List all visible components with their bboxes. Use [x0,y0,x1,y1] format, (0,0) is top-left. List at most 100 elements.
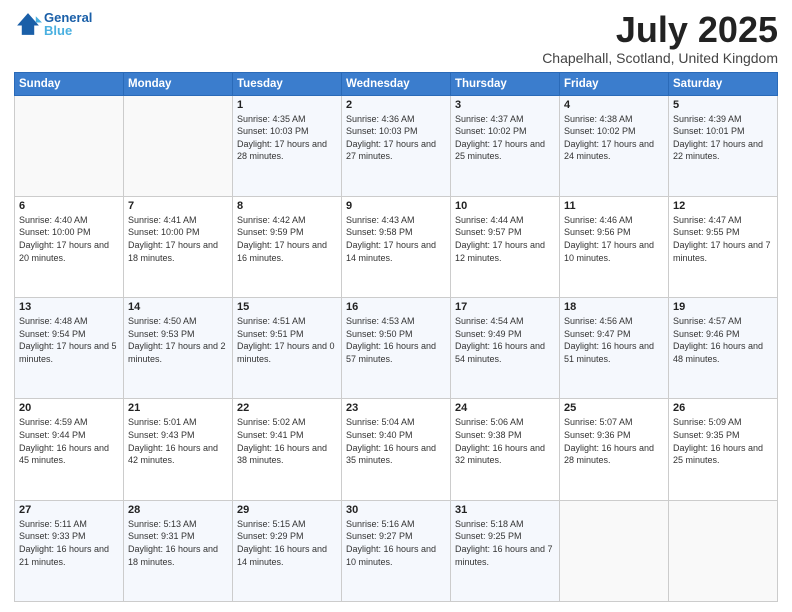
table-cell: 11 Sunrise: 4:46 AMSunset: 9:56 PMDayligh… [560,196,669,297]
day-number: 22 [237,402,337,414]
month-title: July 2025 [542,10,778,50]
day-number: 11 [564,200,664,212]
table-cell: 20 Sunrise: 4:59 AMSunset: 9:44 PMDayligh… [15,399,124,500]
day-number: 1 [237,99,337,111]
day-info: Sunrise: 4:57 AMSunset: 9:46 PMDaylight:… [673,315,773,365]
day-number: 16 [346,301,446,313]
day-info: Sunrise: 4:44 AMSunset: 9:57 PMDaylight:… [455,214,555,264]
day-number: 23 [346,402,446,414]
table-cell: 2 Sunrise: 4:36 AMSunset: 10:03 PMDayligh… [342,95,451,196]
day-info: Sunrise: 4:48 AMSunset: 9:54 PMDaylight:… [19,315,119,365]
day-info: Sunrise: 4:38 AMSunset: 10:02 PMDaylight… [564,113,664,163]
day-info: Sunrise: 5:13 AMSunset: 9:31 PMDaylight:… [128,518,228,568]
day-info: Sunrise: 4:56 AMSunset: 9:47 PMDaylight:… [564,315,664,365]
day-info: Sunrise: 5:07 AMSunset: 9:36 PMDaylight:… [564,416,664,466]
table-cell: 18 Sunrise: 4:56 AMSunset: 9:47 PMDayligh… [560,298,669,399]
day-info: Sunrise: 4:43 AMSunset: 9:58 PMDaylight:… [346,214,446,264]
week-row-4: 20 Sunrise: 4:59 AMSunset: 9:44 PMDayligh… [15,399,778,500]
table-cell: 12Sunrise: 4:47 AMSunset: 9:55 PMDayligh… [669,196,778,297]
day-number: 9 [346,200,446,212]
col-saturday: Saturday [669,72,778,95]
day-number: 20 [19,402,119,414]
page: General Blue July 2025 Chapelhall, Scotl… [0,0,792,612]
week-row-3: 13Sunrise: 4:48 AMSunset: 9:54 PMDayligh… [15,298,778,399]
day-number: 19 [673,301,773,313]
col-wednesday: Wednesday [342,72,451,95]
day-info: Sunrise: 4:46 AMSunset: 9:56 PMDaylight:… [564,214,664,264]
day-info: Sunrise: 4:36 AMSunset: 10:03 PMDaylight… [346,113,446,163]
day-info: Sunrise: 5:18 AMSunset: 9:25 PMDaylight:… [455,518,555,568]
table-cell: 15Sunrise: 4:51 AMSunset: 9:51 PMDayligh… [233,298,342,399]
table-cell: 24Sunrise: 5:06 AMSunset: 9:38 PMDayligh… [451,399,560,500]
table-cell: 5Sunrise: 4:39 AMSunset: 10:01 PMDayligh… [669,95,778,196]
table-cell: 26 Sunrise: 5:09 AMSunset: 9:35 PMDayligh… [669,399,778,500]
table-cell: 28Sunrise: 5:13 AMSunset: 9:31 PMDayligh… [124,500,233,601]
table-cell: 19 Sunrise: 4:57 AMSunset: 9:46 PMDayligh… [669,298,778,399]
table-cell [124,95,233,196]
day-info: Sunrise: 5:11 AMSunset: 9:33 PMDaylight:… [19,518,119,568]
day-info: Sunrise: 4:47 AMSunset: 9:55 PMDaylight:… [673,214,773,264]
col-thursday: Thursday [451,72,560,95]
table-cell: 1Sunrise: 4:35 AMSunset: 10:03 PMDayligh… [233,95,342,196]
day-info: Sunrise: 5:16 AMSunset: 9:27 PMDaylight:… [346,518,446,568]
day-info: Sunrise: 4:41 AMSunset: 10:00 PMDaylight… [128,214,228,264]
table-cell: 21Sunrise: 5:01 AMSunset: 9:43 PMDayligh… [124,399,233,500]
location-subtitle: Chapelhall, Scotland, United Kingdom [542,50,778,66]
table-cell: 10Sunrise: 4:44 AMSunset: 9:57 PMDayligh… [451,196,560,297]
day-number: 2 [346,99,446,111]
day-number: 17 [455,301,555,313]
day-info: Sunrise: 5:09 AMSunset: 9:35 PMDaylight:… [673,416,773,466]
table-cell: 17Sunrise: 4:54 AMSunset: 9:49 PMDayligh… [451,298,560,399]
week-row-1: 1Sunrise: 4:35 AMSunset: 10:03 PMDayligh… [15,95,778,196]
day-number: 14 [128,301,228,313]
day-info: Sunrise: 4:51 AMSunset: 9:51 PMDaylight:… [237,315,337,365]
day-info: Sunrise: 4:39 AMSunset: 10:01 PMDaylight… [673,113,773,163]
table-cell: 25 Sunrise: 5:07 AMSunset: 9:36 PMDayligh… [560,399,669,500]
day-number: 26 [673,402,773,414]
day-info: Sunrise: 4:50 AMSunset: 9:53 PMDaylight:… [128,315,228,365]
table-cell: 23 Sunrise: 5:04 AMSunset: 9:40 PMDayligh… [342,399,451,500]
col-tuesday: Tuesday [233,72,342,95]
day-info: Sunrise: 5:01 AMSunset: 9:43 PMDaylight:… [128,416,228,466]
day-info: Sunrise: 5:02 AMSunset: 9:41 PMDaylight:… [237,416,337,466]
table-cell: 16 Sunrise: 4:53 AMSunset: 9:50 PMDayligh… [342,298,451,399]
table-cell: 27 Sunrise: 5:11 AMSunset: 9:33 PMDayligh… [15,500,124,601]
col-friday: Friday [560,72,669,95]
calendar-header-row: Sunday Monday Tuesday Wednesday Thursday… [15,72,778,95]
calendar-table: Sunday Monday Tuesday Wednesday Thursday… [14,72,778,602]
day-number: 8 [237,200,337,212]
table-cell [560,500,669,601]
day-info: Sunrise: 4:53 AMSunset: 9:50 PMDaylight:… [346,315,446,365]
day-info: Sunrise: 5:04 AMSunset: 9:40 PMDaylight:… [346,416,446,466]
day-number: 18 [564,301,664,313]
col-monday: Monday [124,72,233,95]
header: General Blue July 2025 Chapelhall, Scotl… [14,10,778,66]
day-number: 29 [237,504,337,516]
day-number: 30 [346,504,446,516]
day-info: Sunrise: 4:42 AMSunset: 9:59 PMDaylight:… [237,214,337,264]
table-cell: 4 Sunrise: 4:38 AMSunset: 10:02 PMDayligh… [560,95,669,196]
table-cell: 7 Sunrise: 4:41 AMSunset: 10:00 PMDayligh… [124,196,233,297]
day-info: Sunrise: 4:59 AMSunset: 9:44 PMDaylight:… [19,416,119,466]
table-cell: 30 Sunrise: 5:16 AMSunset: 9:27 PMDayligh… [342,500,451,601]
day-number: 3 [455,99,555,111]
week-row-2: 6Sunrise: 4:40 AMSunset: 10:00 PMDayligh… [15,196,778,297]
table-cell: 14 Sunrise: 4:50 AMSunset: 9:53 PMDayligh… [124,298,233,399]
table-cell: 31Sunrise: 5:18 AMSunset: 9:25 PMDayligh… [451,500,560,601]
table-cell: 22 Sunrise: 5:02 AMSunset: 9:41 PMDayligh… [233,399,342,500]
table-cell: 8 Sunrise: 4:42 AMSunset: 9:59 PMDaylight… [233,196,342,297]
table-cell: 9 Sunrise: 4:43 AMSunset: 9:58 PMDaylight… [342,196,451,297]
week-row-5: 27 Sunrise: 5:11 AMSunset: 9:33 PMDayligh… [15,500,778,601]
day-info: Sunrise: 5:15 AMSunset: 9:29 PMDaylight:… [237,518,337,568]
day-number: 6 [19,200,119,212]
title-block: July 2025 Chapelhall, Scotland, United K… [542,10,778,66]
day-number: 25 [564,402,664,414]
day-info: Sunrise: 4:37 AMSunset: 10:02 PMDaylight… [455,113,555,163]
day-number: 7 [128,200,228,212]
logo-text: General Blue [44,10,92,38]
table-cell: 6Sunrise: 4:40 AMSunset: 10:00 PMDayligh… [15,196,124,297]
table-cell [669,500,778,601]
day-number: 27 [19,504,119,516]
table-cell: 29 Sunrise: 5:15 AMSunset: 9:29 PMDayligh… [233,500,342,601]
day-number: 4 [564,99,664,111]
